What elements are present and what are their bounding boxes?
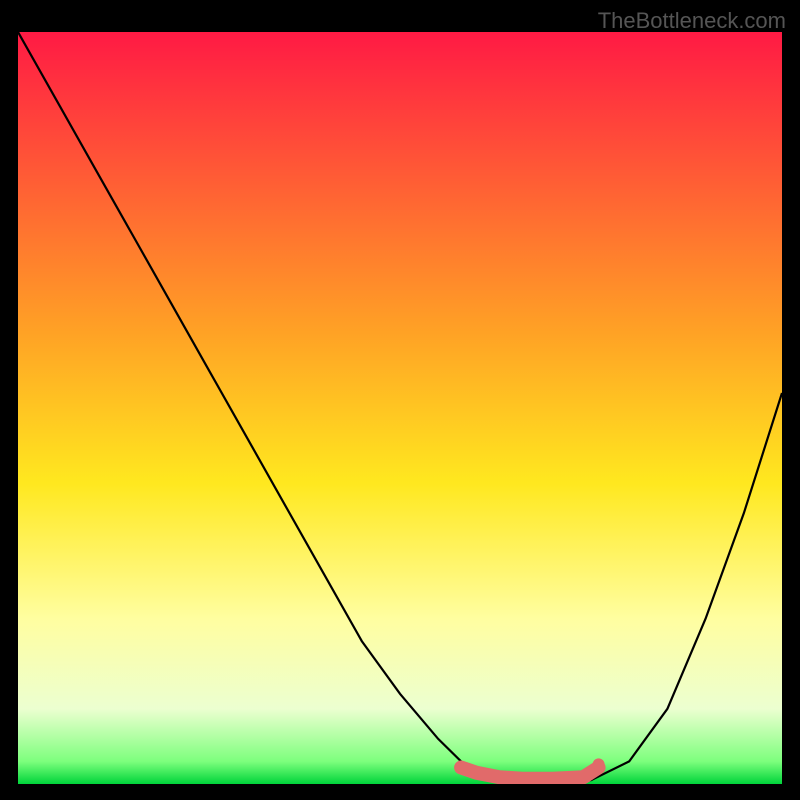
watermark-label: TheBottleneck.com [598, 8, 786, 34]
chart-background [18, 32, 782, 784]
chart-svg [18, 32, 782, 784]
chart-plot-area [18, 32, 782, 784]
chart-highlight-dot [593, 758, 605, 770]
